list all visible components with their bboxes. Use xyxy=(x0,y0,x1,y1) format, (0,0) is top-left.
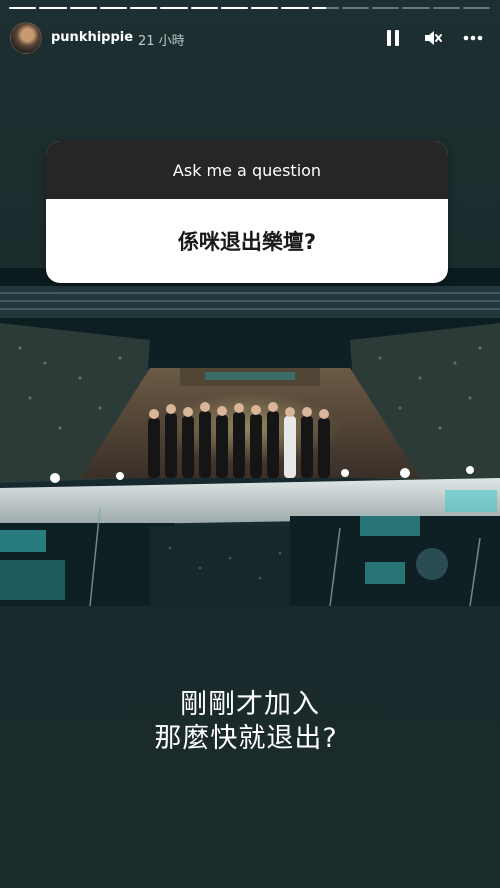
caption-line-2: 那麼快就退出? xyxy=(154,723,338,754)
progress-segment xyxy=(341,7,369,9)
mute-icon[interactable] xyxy=(422,28,444,48)
progress-segment xyxy=(130,7,158,9)
progress-segment xyxy=(311,7,339,9)
progress-segment-fill xyxy=(160,7,188,9)
progress-segment xyxy=(251,7,279,9)
progress-segment-fill xyxy=(69,7,97,9)
progress-segment xyxy=(99,7,127,9)
progress-segment xyxy=(462,7,490,9)
progress-segment-fill xyxy=(251,7,279,9)
progress-segment xyxy=(372,7,400,9)
question-sticker[interactable]: Ask me a question 係咪退出樂壇? xyxy=(46,141,448,283)
progress-segment xyxy=(281,7,309,9)
story-progress-bar xyxy=(9,7,490,10)
progress-segment-fill xyxy=(130,7,158,9)
progress-segment xyxy=(432,7,460,9)
progress-segment-fill xyxy=(39,7,67,9)
progress-segment xyxy=(190,7,218,9)
progress-segment xyxy=(69,7,97,9)
concert-photo xyxy=(0,268,500,606)
progress-segment-fill xyxy=(311,7,327,9)
story-header: punkhippie 21 小時 xyxy=(10,22,484,54)
progress-segment xyxy=(160,7,188,9)
header-controls xyxy=(382,28,484,48)
more-icon[interactable] xyxy=(462,28,484,48)
question-prompt: Ask me a question xyxy=(46,141,448,199)
progress-segment-fill xyxy=(99,7,127,9)
username[interactable]: punkhippie xyxy=(51,30,133,45)
progress-segment xyxy=(39,7,67,9)
progress-segment xyxy=(9,7,37,9)
pause-icon[interactable] xyxy=(382,28,404,48)
progress-segment xyxy=(220,7,248,9)
concert-stage-image xyxy=(0,268,500,606)
caption-line-1: 剛剛才加入 xyxy=(180,689,320,720)
question-text: 係咪退出樂壇? xyxy=(177,230,317,254)
progress-segment-fill xyxy=(220,7,248,9)
progress-segment xyxy=(402,7,430,9)
post-time: 21 小時 xyxy=(138,34,185,49)
progress-segment-fill xyxy=(281,7,309,9)
progress-segment-fill xyxy=(190,7,218,9)
progress-segment-fill xyxy=(9,7,37,9)
avatar[interactable] xyxy=(10,22,42,54)
story-view[interactable]: punkhippie 21 小時 Ask me a question 係咪退出樂… xyxy=(0,0,500,888)
